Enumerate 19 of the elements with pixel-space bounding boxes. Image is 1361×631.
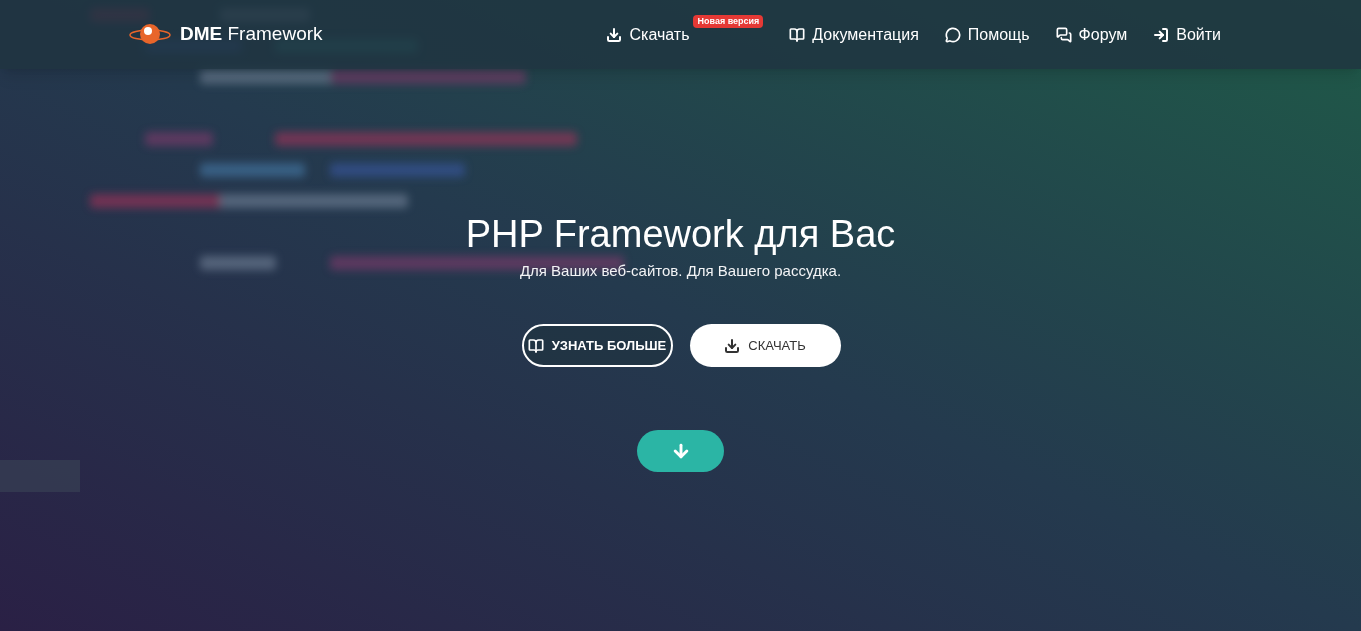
download-button[interactable]: СКАЧАТЬ xyxy=(689,324,841,367)
hero-title: PHP Framework для Вас xyxy=(465,212,896,257)
book-icon xyxy=(527,337,544,354)
nav-link[interactable]: Документация xyxy=(789,22,919,47)
hero-subtitle: Для Ваших веб-сайтов. Для Вашего рассудка. xyxy=(519,260,842,281)
download-icon xyxy=(606,26,623,43)
speech-bubble-icon xyxy=(944,26,961,43)
nav-link[interactable]: Помощь xyxy=(944,22,1030,47)
learn-more-button[interactable]: УЗНАТЬ БОЛЬШЕ xyxy=(521,324,673,367)
new-version-badge: Новая версия xyxy=(693,14,764,28)
nav-link[interactable]: Войти xyxy=(1153,22,1221,47)
speech-bubbles-icon xyxy=(1055,26,1072,43)
scroll-down-button[interactable] xyxy=(637,430,724,472)
login-icon xyxy=(1153,26,1170,43)
download-icon xyxy=(724,337,741,354)
brand-name[interactable]: DME Framework xyxy=(180,20,323,49)
book-icon xyxy=(789,26,806,43)
nav-link[interactable]: Форум xyxy=(1055,22,1128,47)
nav-link[interactable]: Скачать xyxy=(606,22,690,47)
